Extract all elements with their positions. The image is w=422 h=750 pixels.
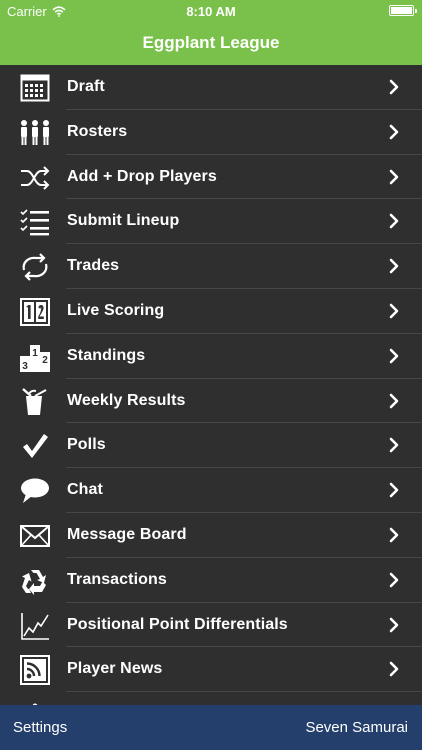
menu-item-player-news[interactable]: Player News — [0, 647, 422, 692]
menu-item-label: Trades — [67, 257, 120, 275]
recycle-icon — [18, 565, 52, 597]
menu-item-rosters[interactable]: Rosters — [0, 110, 422, 155]
menu-item-label: Rosters — [67, 122, 128, 140]
line-chart-icon — [18, 610, 52, 642]
envelope-icon — [18, 520, 52, 552]
menu-item-label: Positional Point Differentials — [67, 615, 288, 633]
bucket-icon — [18, 386, 52, 418]
menu-item-label: Standings — [67, 346, 146, 364]
menu-item-label: Transactions — [67, 570, 167, 588]
menu-item-label: Polls — [67, 436, 106, 454]
chevron-right-icon — [388, 437, 400, 453]
app-header: Carrier 8:10 AM Eggplant League — [0, 0, 422, 65]
calendar-grid-icon — [18, 72, 52, 104]
menu-item-label: Message Board — [67, 525, 187, 543]
chevron-right-icon — [388, 572, 400, 588]
checkmark-icon — [18, 430, 52, 462]
svg-text:3: 3 — [22, 361, 28, 372]
people-icon — [18, 117, 52, 149]
chevron-right-icon — [388, 661, 400, 677]
menu-item-polls[interactable]: Polls — [0, 423, 422, 468]
menu-item-label: Chat — [67, 481, 103, 499]
chevron-right-icon — [388, 527, 400, 543]
shuffle-icon — [18, 162, 52, 194]
podium-icon: 312 — [18, 341, 52, 373]
menu-item-submit-lineup[interactable]: Submit Lineup — [0, 199, 422, 244]
menu-item-draft[interactable]: Draft — [0, 65, 422, 110]
status-time: 8:10 AM — [186, 4, 236, 19]
chevron-right-icon — [388, 617, 400, 633]
bottom-toolbar: Settings Seven Samurai — [0, 705, 422, 750]
menu-item-trades[interactable]: Trades — [0, 244, 422, 289]
menu-item-label: Submit Lineup — [67, 212, 180, 230]
chevron-right-icon — [388, 393, 400, 409]
swap-arrows-icon — [18, 251, 52, 283]
menu-item-chat[interactable]: Chat — [0, 468, 422, 513]
menu-item-transactions[interactable]: Transactions — [0, 558, 422, 603]
menu-item-label: Player News — [67, 660, 163, 678]
league-menu: Draft Rosters Add + Drop Players Submit … — [0, 65, 422, 705]
menu-item-more[interactable] — [0, 692, 422, 705]
svg-text:2: 2 — [42, 355, 48, 366]
settings-button[interactable]: Settings — [13, 719, 67, 736]
chevron-right-icon — [388, 213, 400, 229]
chevron-right-icon — [388, 79, 400, 95]
checklist-icon — [18, 206, 52, 238]
speech-bubble-icon — [18, 475, 52, 507]
battery-level — [391, 7, 412, 14]
menu-item-add-drop-players[interactable]: Add + Drop Players — [0, 155, 422, 200]
menu-item-label: Add + Drop Players — [67, 167, 217, 185]
menu-item-message-board[interactable]: Message Board — [0, 513, 422, 558]
menu-item-positional-point-differentials[interactable]: Positional Point Differentials — [0, 603, 422, 648]
chevron-right-icon — [388, 169, 400, 185]
rss-feed-icon — [18, 654, 52, 686]
chevron-right-icon — [388, 303, 400, 319]
chevron-right-icon — [388, 482, 400, 498]
page-title: Eggplant League — [142, 33, 280, 52]
team-name-button[interactable]: Seven Samurai — [305, 719, 408, 736]
menu-item-live-scoring[interactable]: Live Scoring — [0, 289, 422, 334]
chevron-right-icon — [388, 124, 400, 140]
status-bar: Carrier 8:10 AM — [0, 0, 422, 22]
chevron-right-icon — [388, 348, 400, 364]
menu-item-label: Draft — [67, 78, 105, 95]
chevron-right-icon — [388, 258, 400, 274]
menu-item-label: Weekly Results — [67, 391, 186, 409]
svg-text:1: 1 — [32, 348, 38, 359]
scoreboard-icon — [18, 296, 52, 328]
menu-item-label: Live Scoring — [67, 301, 165, 319]
menu-item-weekly-results[interactable]: Weekly Results — [0, 379, 422, 424]
menu-item-standings[interactable]: 312 Standings — [0, 334, 422, 379]
battery-icon — [389, 5, 417, 16]
